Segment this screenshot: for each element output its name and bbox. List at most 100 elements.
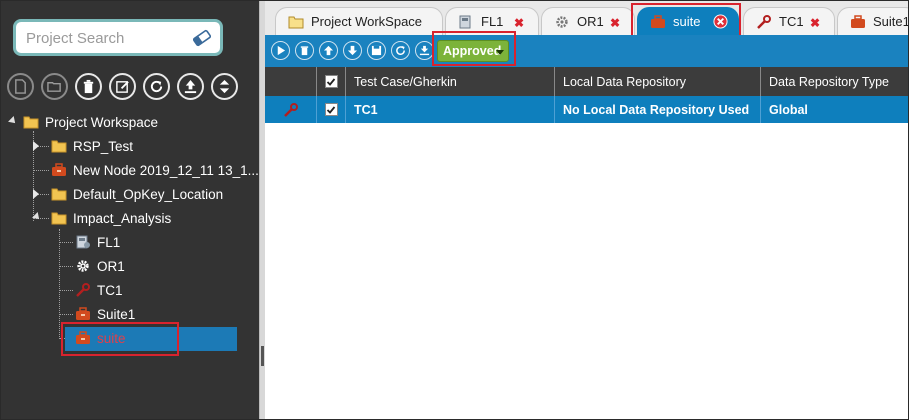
arrow-up-icon [323,45,334,56]
suite-icon [52,163,66,176]
highlight-box [631,3,741,37]
save-icon [371,45,382,56]
tree-item-label: New Node 2019_12_11 13_1... [73,162,259,178]
test-case-cell[interactable]: TC1 [346,96,555,123]
tree-item-label: OR1 [97,258,125,274]
refresh-button[interactable] [143,73,170,100]
tree-item-label: RSP_Test [73,138,134,154]
tree-item-default-opkey-location[interactable]: Default_OpKey_Location [33,183,223,205]
edit-icon [116,81,129,93]
move-up-button[interactable] [319,41,338,60]
row-type-cell [265,96,317,123]
table-row[interactable]: TC1 No Local Data Repository Used Global [265,96,908,123]
tree-item-label: TC1 [97,282,123,298]
tab-project-workspace[interactable]: Project WorkSpace [275,7,443,35]
editor-panel: Project WorkSpace FL1 ✖ OR1 ✖ suite TC1 … [265,1,909,419]
suite-icon [851,14,865,28]
new-file-icon [15,79,26,94]
tab-bar: Project WorkSpace FL1 ✖ OR1 ✖ suite TC1 … [265,1,909,37]
tab-suite1[interactable]: Suite1 [837,7,909,35]
open-folder-icon [47,82,61,92]
download-icon [419,45,430,56]
tree-item-rsp-test[interactable]: RSP_Test [33,135,133,157]
data-repository-type-cell[interactable]: Global [761,96,908,123]
arrow-down-icon [347,45,358,56]
run-button[interactable] [271,41,290,60]
eraser-icon[interactable] [192,29,212,47]
tab-label: OR1 [577,14,604,29]
function-library-icon [459,15,471,28]
tree-item-project-workspace[interactable]: Project Workspace [8,111,159,133]
splitter-grip[interactable] [261,346,264,366]
close-icon[interactable]: ✖ [610,16,620,30]
local-data-repository-cell[interactable]: No Local Data Repository Used [555,96,761,123]
grid-header-row: Test Case/Gherkin Local Data Repository … [265,67,908,96]
expand-arrow-icon[interactable] [32,212,42,222]
tab-label: FL1 [481,14,504,29]
wrench-icon [76,283,90,297]
select-all-checkbox[interactable] [324,75,338,88]
wrench-icon [283,102,298,117]
checkmark-icon [326,77,336,86]
new-file-button[interactable] [7,73,34,100]
tree-item-or1[interactable]: OR1 [75,255,125,277]
suite-icon [76,307,90,320]
gear-icon [556,15,568,28]
row-checkbox[interactable] [324,103,338,116]
upload-icon [184,79,197,94]
folder-icon [288,16,304,28]
column-header-test-case[interactable]: Test Case/Gherkin [346,67,555,96]
save-button[interactable] [367,41,386,60]
tab-label: TC1 [779,14,804,29]
project-search-input[interactable] [26,27,186,49]
sort-button[interactable] [211,73,238,100]
highlight-box [61,322,179,356]
tree-item-impact-analysis[interactable]: Impact_Analysis [32,207,172,229]
upload-button[interactable] [177,73,204,100]
tab-label: Project WorkSpace [311,14,423,29]
tab-or1[interactable]: OR1 ✖ [541,7,635,35]
gear-icon [77,260,89,272]
row-checkbox-cell[interactable] [317,96,346,123]
project-search-box [13,19,223,56]
trash-icon [83,79,94,94]
tree-item-tc1[interactable]: TC1 [75,279,123,301]
edit-button[interactable] [109,73,136,100]
column-header-select-all[interactable] [317,67,346,96]
expand-arrow-icon[interactable] [33,141,39,151]
close-icon[interactable]: ✖ [514,16,524,30]
tree-item-label: FL1 [97,234,121,250]
tree-item-label: Suite1 [97,306,136,322]
move-down-button[interactable] [343,41,362,60]
tree-item-label: Impact_Analysis [73,210,172,226]
close-icon[interactable]: ✖ [810,16,820,30]
refresh-icon [150,80,163,93]
delete-step-button[interactable] [295,41,314,60]
tree-item-new-node[interactable]: New Node 2019_12_11 13_1... [51,159,259,181]
tree-item-label: Project Workspace [45,114,159,130]
suite-grid: Test Case/Gherkin Local Data Repository … [265,67,908,123]
delete-button[interactable] [75,73,102,100]
suite-toolbar: Approved [265,35,908,67]
expand-arrow-icon[interactable] [8,116,18,126]
app-window: Project Workspace RSP_Test New Node 2019… [0,0,909,420]
tab-tc1[interactable]: TC1 ✖ [743,7,835,35]
folder-open-icon [51,212,67,225]
highlight-box [432,31,516,66]
refresh-button[interactable] [391,41,410,60]
column-header-local-data-repository[interactable]: Local Data Repository [555,67,761,96]
folder-icon [51,188,67,201]
project-explorer-panel: Project Workspace RSP_Test New Node 2019… [1,1,259,419]
checkmark-icon [326,105,336,114]
column-header-icon [265,67,317,96]
folder-icon [23,116,39,129]
refresh-icon [396,45,405,55]
expand-arrow-icon[interactable] [33,189,39,199]
folder-icon [51,140,67,153]
play-icon [277,45,286,56]
sort-icon [219,79,230,94]
tree-item-fl1[interactable]: FL1 [75,231,120,253]
open-folder-button[interactable] [41,73,68,100]
column-header-data-repository-type[interactable]: Data Repository Type [761,67,908,96]
tab-label: Suite1 [873,14,909,29]
